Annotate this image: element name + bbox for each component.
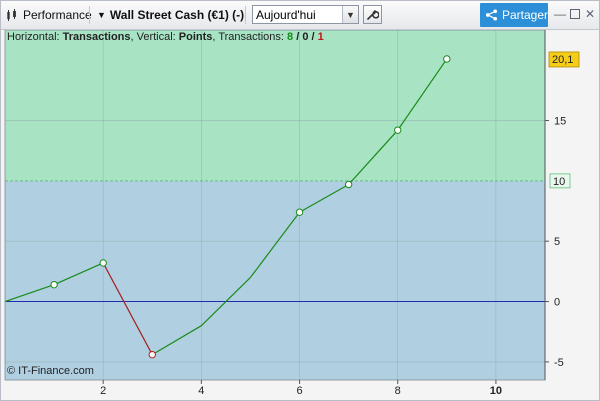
trade-point: [394, 126, 402, 134]
last-value-label: 20,1: [552, 54, 573, 66]
vertical-value: Points: [179, 31, 213, 43]
maximize-icon: [570, 9, 580, 19]
y-tick-label: 0: [554, 297, 560, 309]
zone-above-reference: [5, 30, 545, 181]
equity-curve-chart: -5 0 5 15 2 4 6 8 10 10 20,1 Horizontal: Transa…: [4, 30, 580, 397]
horizontal-value: Transactions: [63, 31, 131, 43]
minimize-button[interactable]: —: [553, 7, 567, 21]
share-label: Partager: [501, 8, 548, 22]
period-select-value: Aujourd'hui: [256, 7, 316, 22]
count-separator: /: [308, 31, 317, 43]
copyright-watermark: © IT-Finance.com: [7, 365, 94, 377]
instrument-label: Wall Street Cash (€1) (-): [109, 8, 245, 22]
horizontal-prefix: Horizontal:: [7, 31, 63, 43]
candlestick-icon: [7, 9, 16, 21]
zone-below-reference: [5, 180, 545, 380]
x-tick-label: 2: [100, 385, 106, 397]
settings-button[interactable]: [363, 5, 382, 24]
trade-point: [50, 280, 58, 289]
caret-down-icon: ▼: [97, 10, 106, 20]
wrench-icon: [367, 10, 379, 20]
performance-label: Performance: [23, 8, 92, 22]
losing-trades-count: 1: [318, 31, 324, 43]
transactions-prefix: , Transactions:: [212, 31, 287, 43]
toolbar-separator: [89, 6, 90, 24]
share-icon: [485, 9, 498, 21]
performance-window: Performance ▼ Wall Street Cash (€1) (-) …: [0, 0, 600, 401]
close-icon: ✕: [584, 7, 596, 21]
trade-point: [148, 350, 156, 359]
minimize-icon: —: [554, 7, 566, 21]
instrument-selector[interactable]: ▼ Wall Street Cash (€1) (-): [97, 1, 244, 29]
y-tick-label: 5: [554, 236, 560, 248]
trade-point: [295, 208, 304, 216]
y-axis-ticks: -5 0 5 15: [545, 116, 566, 369]
performance-tab[interactable]: Performance: [5, 1, 92, 29]
close-button[interactable]: ✕: [583, 7, 597, 21]
x-tick-label: 6: [296, 385, 302, 397]
reference-label-box: 10: [549, 173, 571, 189]
chevron-down-icon: ▼: [342, 6, 358, 23]
last-value-badge: 20,1: [548, 51, 580, 68]
trade-point: [99, 259, 107, 267]
x-tick-label: 4: [198, 385, 204, 397]
y-tick-label: -5: [554, 357, 564, 369]
vertical-prefix: , Vertical:: [131, 31, 179, 43]
reference-label: 10: [553, 176, 565, 188]
count-separator: /: [293, 31, 302, 43]
x-tick-label: 8: [395, 385, 401, 397]
maximize-button[interactable]: [568, 7, 582, 21]
toolbar-separator: [245, 6, 246, 24]
toolbar: Performance ▼ Wall Street Cash (€1) (-) …: [1, 1, 599, 30]
chart-header: Horizontal: Transactions, Vertical: Poin…: [7, 31, 324, 43]
period-select[interactable]: Aujourd'hui ▼: [252, 5, 359, 24]
x-axis-ticks: 2 4 6 8 10: [100, 380, 502, 397]
trade-point: [344, 180, 353, 189]
y-tick-label: 15: [554, 116, 566, 128]
trade-point: [443, 55, 451, 63]
x-tick-label: 10: [490, 385, 502, 397]
share-button[interactable]: Partager: [480, 3, 548, 27]
